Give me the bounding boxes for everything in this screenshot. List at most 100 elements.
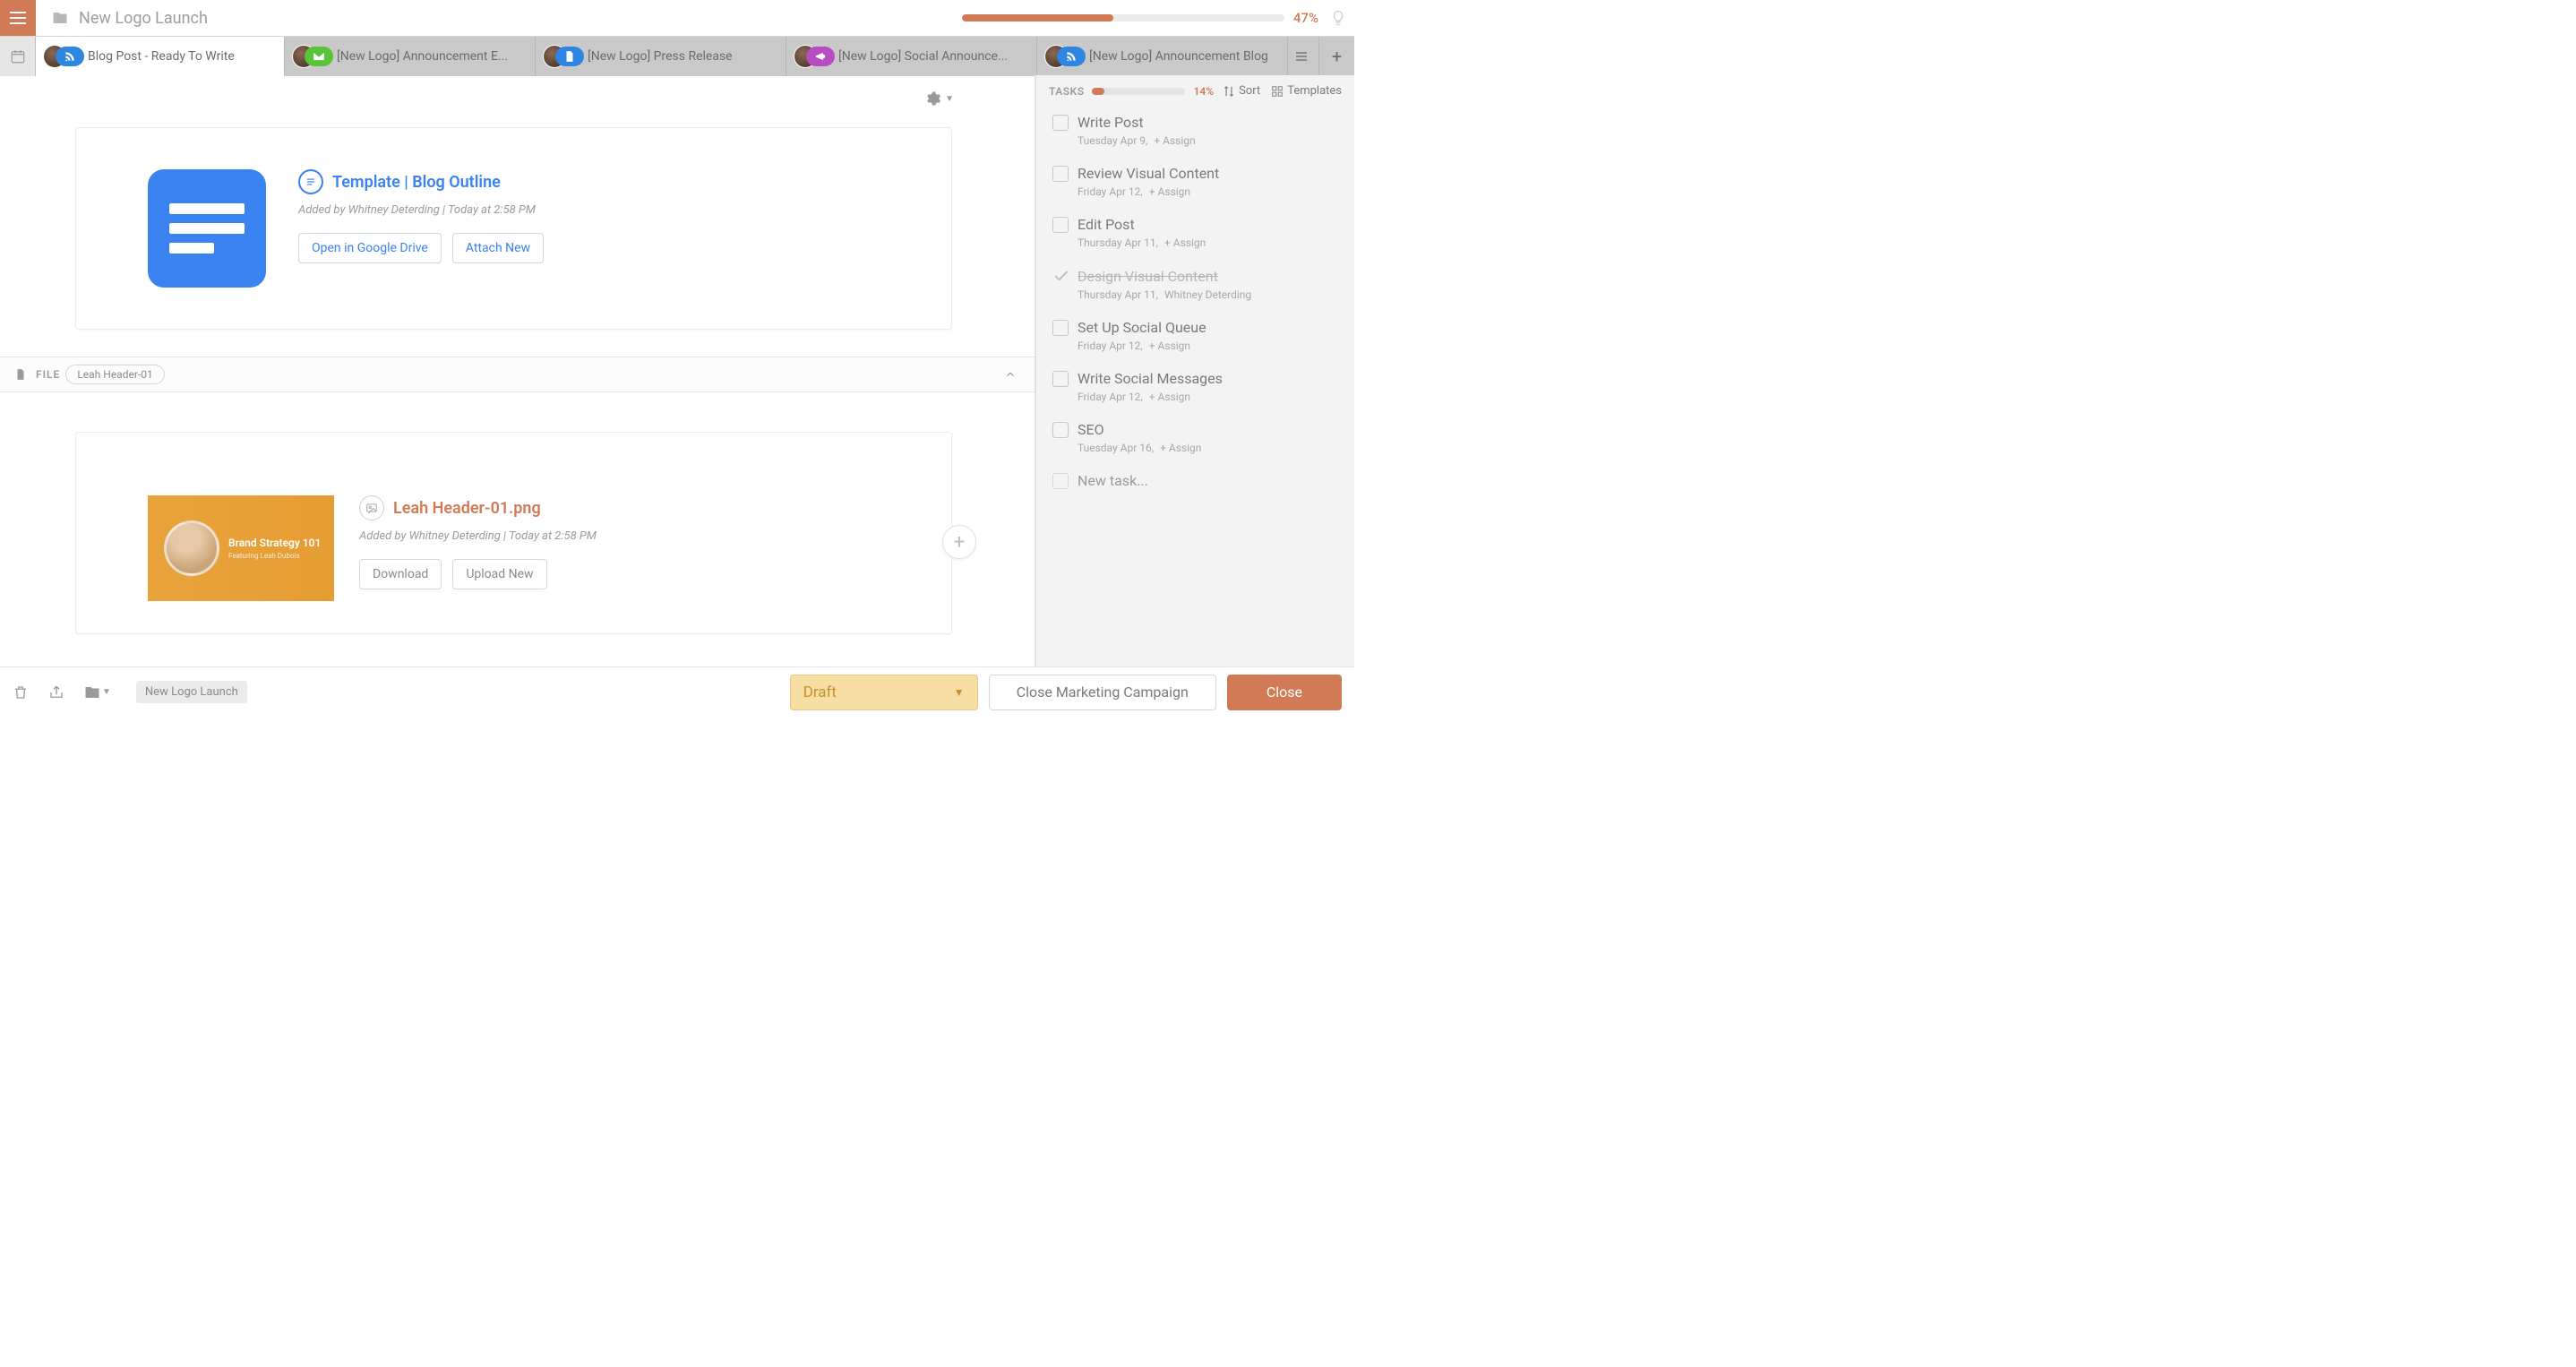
open-in-drive-button[interactable]: Open in Google Drive [298,233,442,263]
file-section-tag[interactable]: Leah Header-01 [65,365,164,384]
task-assign[interactable]: + Assign [1154,134,1195,147]
upload-new-button[interactable]: Upload New [452,559,546,589]
tab-item[interactable]: [New Logo] Social Announce... [786,37,1037,76]
collapse-icon[interactable] [1004,368,1017,381]
tab-item[interactable]: [New Logo] Announcement E... [285,37,536,76]
task-title: SEO [1078,421,1104,438]
task-meta: Tuesday Apr 9, + Assign [1078,134,1338,147]
tasks-progress-text: 14% [1194,85,1215,98]
task-title: Design Visual Content [1078,268,1218,285]
new-tab-button[interactable]: + [1318,37,1354,75]
hint-icon[interactable] [1329,9,1347,27]
task-checkbox[interactable] [1052,371,1069,387]
task-assign[interactable]: + Assign [1164,236,1206,249]
task-meta: Thursday Apr 11, + Assign [1078,236,1338,249]
sort-button[interactable]: Sort [1223,84,1260,98]
task-assign[interactable]: Whitney Deterding [1164,288,1251,301]
task-checkbox[interactable] [1052,166,1069,182]
file-section-label: FILE [36,368,60,381]
attachment-meta: Added by Whitney Deterding | Today at 2:… [298,203,544,217]
task-title: Write Post [1078,114,1144,131]
thumb-subtitle: Featuring Leah Dubois [228,552,321,560]
content-type-icon [56,47,84,66]
task-checkbox[interactable] [1052,115,1069,131]
content-type-icon [555,47,584,66]
status-dropdown[interactable]: Draft ▼ [790,675,978,710]
top-header: New Logo Launch 47% [0,0,1354,36]
task-item[interactable]: Edit Post Thursday Apr 11, + Assign [1047,209,1344,260]
file-section-header[interactable]: FILE Leah Header-01 [0,357,1035,392]
gdoc-thumbnail-icon [148,169,266,288]
menu-button[interactable] [0,0,36,36]
tasks-header-label: TASKS [1049,85,1085,98]
footer-breadcrumb[interactable]: New Logo Launch [136,681,247,703]
task-meta: Friday Apr 12, + Assign [1078,340,1338,352]
tab-item[interactable]: [New Logo] Press Release [536,37,786,76]
task-check-icon[interactable] [1052,267,1070,285]
calendar-button[interactable] [0,37,36,76]
task-title: Review Visual Content [1078,165,1219,182]
delete-icon[interactable] [13,684,29,701]
add-attachment-button[interactable]: + [942,525,976,559]
task-assign[interactable]: + Assign [1160,442,1201,454]
attachment-card-gdoc: Template | Blog Outline Added by Whitney… [75,127,952,330]
folder-dropdown[interactable]: ▼ [84,684,111,701]
new-task-input[interactable]: New task... [1047,465,1344,496]
task-checkbox [1052,473,1069,489]
tab-item[interactable]: [New Logo] Announcement Blog [1037,37,1288,76]
task-item[interactable]: SEO Tuesday Apr 16, + Assign [1047,414,1344,465]
close-campaign-button[interactable]: Close Marketing Campaign [989,675,1216,710]
doc-type-icon [298,169,323,194]
task-checkbox[interactable] [1052,320,1069,336]
main-content-area: ▼ Template | Blog Outline Added by Whitn… [0,75,1035,666]
tab-label: [New Logo] Announcement Blog [1089,49,1268,64]
task-item[interactable]: Design Visual Content Thursday Apr 11, Wh… [1047,260,1344,312]
tab-list-button[interactable] [1283,37,1318,75]
task-meta: Friday Apr 12, + Assign [1078,391,1338,403]
settings-button[interactable]: ▼ [923,90,954,107]
project-progress-text: 47% [1293,10,1318,26]
task-checkbox[interactable] [1052,422,1069,438]
attachment-title[interactable]: Template | Blog Outline [332,173,501,192]
attachment-title[interactable]: Leah Header-01.png [393,499,541,518]
task-title: Write Social Messages [1078,370,1223,387]
content-type-icon [1057,47,1086,66]
attachment-meta: Added by Whitney Deterding | Today at 2:… [359,529,597,543]
task-item[interactable]: Set Up Social Queue Friday Apr 12, + Assi… [1047,312,1344,363]
task-meta: Thursday Apr 11, Whitney Deterding [1078,288,1338,301]
folder-icon [50,10,70,26]
image-thumbnail[interactable]: Brand Strategy 101 Featuring Leah Dubois [148,495,334,601]
share-icon[interactable] [48,684,64,701]
content-type-icon [305,47,333,66]
close-button[interactable]: Close [1227,675,1342,710]
task-title: Set Up Social Queue [1078,319,1206,336]
download-button[interactable]: Download [359,559,442,589]
file-icon [14,368,27,381]
task-assign[interactable]: + Assign [1149,391,1190,403]
task-item[interactable]: Write Social Messages Friday Apr 12, + As… [1047,363,1344,414]
project-progress-bar [962,14,1284,21]
task-meta: Friday Apr 12, + Assign [1078,185,1338,198]
tab-item[interactable]: Blog Post - Ready To Write [36,37,285,76]
content-type-icon [806,47,835,66]
task-title: Edit Post [1078,216,1135,233]
tasks-progress-bar [1092,88,1185,95]
task-item[interactable]: Write Post Tuesday Apr 9, + Assign [1047,107,1344,158]
task-meta: Tuesday Apr 16, + Assign [1078,442,1338,454]
tab-label: [New Logo] Announcement E... [337,49,508,64]
thumb-title: Brand Strategy 101 [228,537,321,549]
attachment-card-image: Brand Strategy 101 Featuring Leah Dubois… [75,432,952,634]
breadcrumb-title: New Logo Launch [79,9,208,28]
attach-new-button[interactable]: Attach New [452,233,544,263]
tab-label: [New Logo] Social Announce... [838,49,1008,64]
task-item[interactable]: Review Visual Content Friday Apr 12, + As… [1047,158,1344,209]
footer-bar: ▼ New Logo Launch Draft ▼ Close Marketin… [0,666,1354,717]
image-type-icon [359,495,384,520]
task-assign[interactable]: + Assign [1149,185,1190,198]
tab-label: [New Logo] Press Release [588,49,733,64]
tab-label: Blog Post - Ready To Write [88,49,235,64]
task-assign[interactable]: + Assign [1149,340,1190,352]
task-checkbox[interactable] [1052,217,1069,233]
tabs-row: Blog Post - Ready To Write [New Logo] Ann… [0,36,1354,75]
templates-button[interactable]: Templates [1271,84,1342,98]
